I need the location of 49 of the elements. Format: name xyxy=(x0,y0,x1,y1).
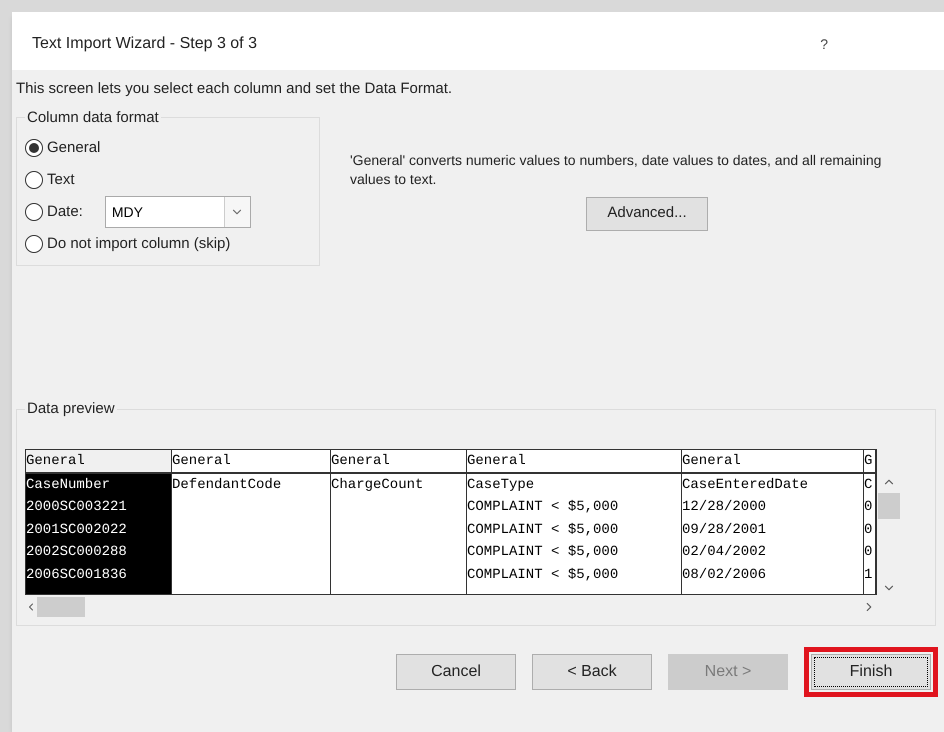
dialog-button[interactable]: < Back xyxy=(532,654,652,690)
preview-cell: 2001SC002022 xyxy=(26,522,127,538)
dialog-button[interactable]: Cancel xyxy=(396,654,516,690)
preview-cell: DefendantCode xyxy=(172,476,282,492)
column-header[interactable]: General xyxy=(172,450,330,474)
radio-button[interactable] xyxy=(25,203,43,221)
scroll-thumb[interactable] xyxy=(878,492,900,518)
preview-cell: 0 xyxy=(864,522,872,538)
preview-cell: COMPLAINT < $5,000 xyxy=(467,544,618,560)
date-format-dropdown[interactable]: MDY xyxy=(104,196,251,228)
window-title: Text Import Wizard - Step 3 of 3 xyxy=(32,34,257,54)
preview-cell: 1 xyxy=(864,566,872,582)
preview-cell: 0 xyxy=(864,499,872,515)
radio-label: Date: xyxy=(47,202,83,222)
column-header[interactable]: General xyxy=(682,450,863,474)
dialog-button[interactable]: Finish xyxy=(811,654,931,690)
preview-cell: 2000SC003221 xyxy=(26,499,127,515)
preview-cell: COMPLAINT < $5,000 xyxy=(467,499,618,515)
preview-cell: 08/02/2006 xyxy=(682,566,766,582)
preview-cell: CaseNumber xyxy=(26,476,110,492)
intro-text: This screen lets you select each column and set the Data Format. xyxy=(16,79,454,99)
radio-button[interactable] xyxy=(25,171,43,189)
radio-label: Text xyxy=(47,170,75,190)
preview-cell: COMPLAINT < $5,000 xyxy=(467,522,618,538)
radio-label: Do not import column (skip) xyxy=(47,234,230,254)
column-header[interactable]: General xyxy=(467,450,681,474)
group-title: Column data format xyxy=(26,108,160,128)
preview-cell: 2002SC000288 xyxy=(26,544,127,560)
advanced-button[interactable]: Advanced... xyxy=(586,196,708,230)
column-header[interactable]: General xyxy=(331,450,466,474)
preview-cell: CaseType xyxy=(467,476,534,492)
preview-cell: 09/28/2001 xyxy=(682,522,766,538)
radio-button[interactable] xyxy=(25,139,43,157)
column-header[interactable]: G xyxy=(864,450,875,474)
preview-cell: 02/04/2002 xyxy=(682,544,766,560)
column-header[interactable]: General xyxy=(26,450,171,474)
preview-cell: 12/28/2000 xyxy=(682,499,766,515)
preview-cell: C xyxy=(864,476,872,492)
preview-cell: 2006SC001836 xyxy=(26,566,127,582)
preview-cell: 0 xyxy=(864,544,872,560)
radio-label: General xyxy=(47,138,100,158)
scroll-thumb[interactable] xyxy=(37,596,85,616)
preview-cell: ChargeCount xyxy=(331,476,424,492)
preview-cell: CaseEnteredDate xyxy=(682,476,808,492)
preview-cell: COMPLAINT < $5,000 xyxy=(467,566,618,582)
help-button[interactable]: ? xyxy=(820,34,828,54)
description-text: 'General' converts numeric values to numbers, date values to dates, and all remaining values to text. xyxy=(350,150,882,188)
radio-button[interactable] xyxy=(25,235,43,253)
group-title: Data preview xyxy=(26,399,116,419)
